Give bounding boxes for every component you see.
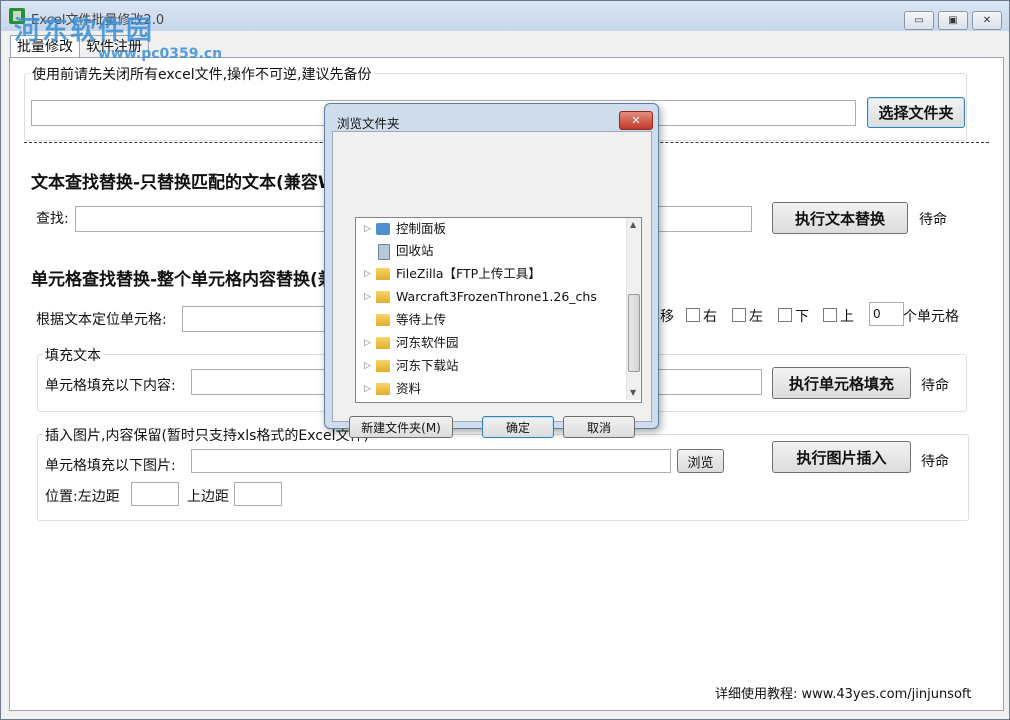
dialog-title: 浏览文件夹 [337,116,400,131]
tree-item-label: Warcraft3FrozenThrone1.26_chs [396,289,597,304]
fill-text-label: 单元格填充以下内容: [45,378,176,394]
offset-input[interactable]: 0 [869,302,904,326]
folder-icon [376,360,390,372]
scroll-up-icon[interactable]: ▲ [630,220,636,229]
tree-item-warcraft[interactable]: ▷ Warcraft3FrozenThrone1.26_chs [356,286,626,308]
direction-right-label: 右 [703,309,717,325]
tree-item-label: 河东下载站 [396,358,459,373]
select-folder-button[interactable]: 选择文件夹 [867,97,965,128]
minimize-button[interactable]: ▭ [904,11,934,30]
expand-arrow-icon[interactable]: ▷ [364,286,371,308]
expand-arrow-icon[interactable]: ▷ [364,378,371,400]
expand-arrow-icon[interactable]: ▷ [364,355,371,377]
text-replace-status: 待命 [919,212,947,228]
execute-image-insert-button[interactable]: 执行图片插入 [772,441,911,473]
folder-icon [376,291,390,303]
tree-item-label: 等待上传 [396,312,447,327]
text-replace-heading: 文本查找替换-只替换匹配的文本(兼容W [31,173,337,193]
image-insert-caption: 插入图片,内容保留(暂时只支持xls格式的Excel文件) [43,425,371,445]
folder-icon [376,337,390,349]
tree-item-filezilla[interactable]: ▷ FileZilla【FTP上传工具】 [356,263,626,285]
expand-arrow-icon[interactable]: ▷ [364,218,371,240]
ok-button[interactable]: 确定 [482,416,554,438]
cancel-button[interactable]: 取消 [563,416,635,438]
tree-item-recycle-bin[interactable]: 回收站 [356,240,626,262]
execute-cell-fill-button[interactable]: 执行单元格填充 [772,367,911,399]
watermark-url: www.pc0359.cn [98,46,223,62]
tree-item-hedong-software[interactable]: ▷ 河东软件园 [356,332,626,354]
watermark-logo: 河东软件园 [14,16,155,46]
folder-icon [376,268,390,280]
new-folder-button[interactable]: 新建文件夹(M) [349,416,453,438]
expand-arrow-icon[interactable]: ▷ [364,263,371,285]
tree-item-label: 控制面板 [396,221,447,236]
folder-icon [376,314,390,326]
tree-item-label: FileZilla【FTP上传工具】 [396,266,541,281]
direction-down-label: 下 [795,309,809,325]
tree-item-label: 回收站 [396,243,434,258]
recycle-bin-icon [378,244,390,260]
tree-item-label: 河东软件园 [396,335,459,350]
cell-replace-heading: 单元格查找替换-整个单元格内容替换(兼 [31,270,335,290]
close-button[interactable]: ✕ [972,11,1002,30]
fill-text-caption: 填充文本 [43,345,103,365]
direction-left-label: 左 [749,309,763,325]
image-insert-status: 待命 [921,454,949,470]
find-label: 查找: [36,211,69,227]
locate-cell-label: 根据文本定位单元格: [36,312,167,328]
backup-caption: 使用前请先关闭所有excel文件,操作不可逆,建议先备份 [30,64,374,84]
folder-tree[interactable]: ▷ 控制面板 回收站 ▷ FileZilla【FTP上传工具】 ▷ Warcra… [355,217,642,403]
expand-arrow-icon[interactable]: ▷ [364,332,371,354]
cell-fill-status: 待命 [921,378,949,394]
left-margin-label: 位置:左边距 [45,489,120,505]
direction-up-checkbox[interactable] [823,308,837,322]
execute-text-replace-button[interactable]: 执行文本替换 [772,202,908,234]
dialog-body: ▷ 控制面板 回收站 ▷ FileZilla【FTP上传工具】 ▷ Warcra… [332,131,652,438]
left-margin-input[interactable] [131,482,179,506]
tree-item-materials[interactable]: ▷ 资料 [356,378,626,400]
direction-left-checkbox[interactable] [732,308,746,322]
top-margin-input[interactable] [234,482,282,506]
tree-item-label: 资料 [396,381,422,396]
tree-item-control-panel[interactable]: ▷ 控制面板 [356,218,626,240]
offset-unit-label: 个单元格 [903,309,959,325]
tree-item-hedong-download[interactable]: ▷ 河东下载站 [356,355,626,377]
top-margin-label: 上边距 [187,489,229,505]
image-path-input[interactable] [191,449,671,473]
maximize-button[interactable]: ▣ [938,11,968,30]
tree-item-pending-upload[interactable]: 等待上传 [356,309,626,331]
dialog-close-icon[interactable]: ✕ [619,111,653,130]
scroll-down-icon[interactable]: ▼ [630,388,636,397]
scrollbar-thumb[interactable] [628,294,640,372]
direction-up-label: 上 [840,309,854,325]
image-fill-label: 单元格填充以下图片: [45,458,176,474]
control-panel-icon [376,223,390,235]
browse-button[interactable]: 浏览 [677,449,724,473]
shift-label: 移 [660,309,674,325]
folder-icon [376,383,390,395]
direction-right-checkbox[interactable] [686,308,700,322]
tutorial-link[interactable]: 详细使用教程: www.43yes.com/jinjunsoft [715,683,971,702]
direction-down-checkbox[interactable] [778,308,792,322]
browse-folder-dialog: 浏览文件夹 ✕ ▷ 控制面板 回收站 ▷ FileZilla【FTP上传工具】 … [324,103,659,438]
